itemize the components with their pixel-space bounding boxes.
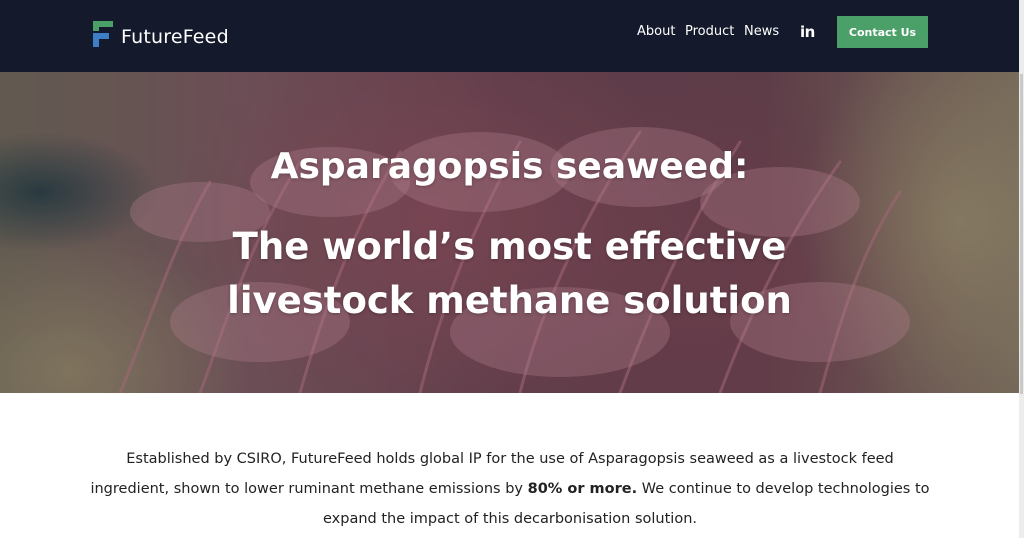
nav-about[interactable]: About xyxy=(637,24,675,39)
site-header: FutureFeed About Product News in Contact… xyxy=(0,0,1019,72)
hero-subtitle: The world’s most effective livestock met… xyxy=(0,220,1019,328)
hero-title: Asparagopsis seaweed: xyxy=(270,146,749,187)
nav-news[interactable]: News xyxy=(744,24,779,39)
intro-paragraph: Established by CSIRO, FutureFeed holds g… xyxy=(90,444,930,534)
nav-product[interactable]: Product xyxy=(685,24,734,39)
contact-us-button[interactable]: Contact Us xyxy=(837,16,928,48)
hero-banner: Asparagopsis seaweed: The world’s most e… xyxy=(0,72,1019,393)
scrollbar-thumb[interactable] xyxy=(1020,74,1023,394)
hero-subtitle-line-2: livestock methane solution xyxy=(227,279,792,322)
futurefeed-logo-icon xyxy=(93,21,113,47)
linkedin-icon[interactable]: in xyxy=(800,23,815,41)
brand-logo[interactable]: FutureFeed xyxy=(91,18,229,50)
intro-highlight: 80% or more. xyxy=(527,480,638,497)
brand-name: FutureFeed xyxy=(121,26,229,48)
hero-subtitle-line-1: The world’s most effective xyxy=(232,225,787,268)
